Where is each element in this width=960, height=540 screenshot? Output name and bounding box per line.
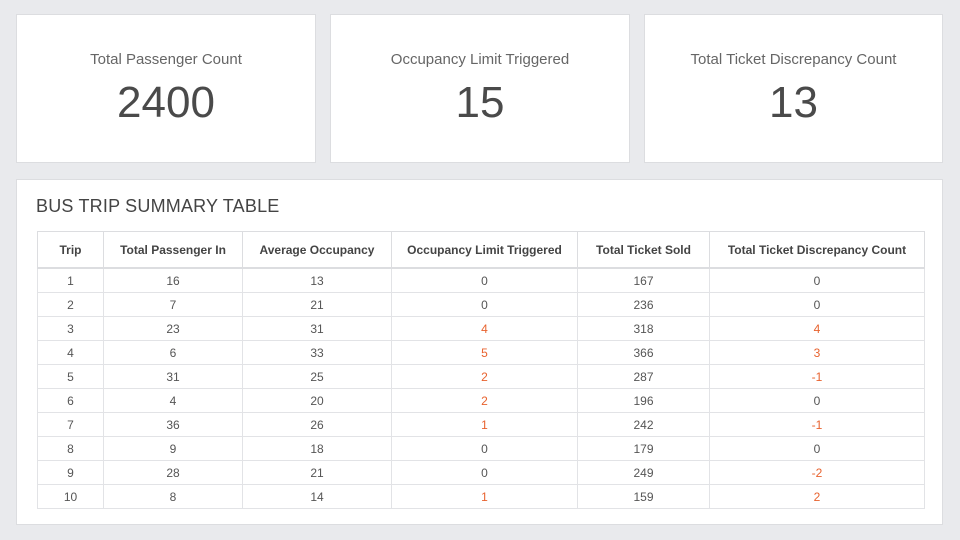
table-cell: 318 [577, 316, 710, 341]
table-cell: 3 [709, 340, 925, 365]
kpi-title: Total Ticket Discrepancy Count [690, 51, 897, 68]
table-row: 8 9 18 0 179 0 [37, 436, 925, 461]
column-header: Total Ticket Sold [577, 231, 710, 269]
table-cell: 7 [37, 412, 104, 437]
table-cell: 10 [37, 484, 104, 509]
table-cell: 3 [37, 316, 104, 341]
kpi-card-total-ticket-discrepancy-count: Total Ticket Discrepancy Count 13 [644, 14, 943, 163]
table-cell: 0 [709, 267, 925, 293]
column-header: Total Passenger In [103, 231, 243, 269]
kpi-title: Occupancy Limit Triggered [390, 51, 570, 68]
table-cell: 21 [242, 460, 392, 485]
table-cell: 8 [103, 484, 243, 509]
table-cell: 159 [577, 484, 710, 509]
table-row: 7 36 26 1 242 -1 [37, 412, 925, 437]
table-cell: 0 [709, 292, 925, 317]
table-cell: 6 [37, 388, 104, 413]
table-cell: 18 [242, 436, 392, 461]
table-row: 6 4 20 2 196 0 [37, 388, 925, 413]
table-cell: 8 [37, 436, 104, 461]
table-cell: 9 [37, 460, 104, 485]
table-cell: 5 [391, 340, 578, 365]
table-cell: 6 [103, 340, 243, 365]
table-cell: 1 [391, 484, 578, 509]
kpi-card-total-passenger-count: Total Passenger Count 2400 [16, 14, 316, 163]
kpi-value: 13 [769, 78, 818, 127]
table-cell: -1 [709, 364, 925, 389]
column-header: Total Ticket Discrepancy Count [709, 231, 925, 269]
kpi-value: 15 [455, 78, 505, 127]
table-cell: 2 [37, 292, 104, 317]
table-cell: 33 [242, 340, 392, 365]
table-row: 10 8 14 1 159 2 [37, 484, 925, 509]
table-cell: 4 [709, 316, 925, 341]
table-cell: 242 [577, 412, 710, 437]
table-cell: 287 [577, 364, 710, 389]
table-cell: 20 [242, 388, 392, 413]
table-row: 4 6 33 5 366 3 [37, 340, 925, 365]
table-cell: 13 [242, 267, 392, 293]
table-cell: 0 [709, 388, 925, 413]
table-cell: 196 [577, 388, 710, 413]
table-row: 3 23 31 4 318 4 [37, 316, 925, 341]
table-cell: 0 [709, 436, 925, 461]
table-row: 2 7 21 0 236 0 [37, 292, 925, 317]
table-cell: -2 [709, 460, 925, 485]
table-cell: 31 [103, 364, 243, 389]
table-cell: 4 [37, 340, 104, 365]
table-cell: 2 [391, 364, 578, 389]
table-cell: 1 [391, 412, 578, 437]
table-cell: 9 [103, 436, 243, 461]
panel-title: BUS TRIP SUMMARY TABLE [36, 196, 280, 216]
table-cell: 7 [103, 292, 243, 317]
kpi-title: Total Passenger Count [90, 51, 242, 68]
table-cell: 1 [37, 267, 104, 293]
table-cell: 4 [103, 388, 243, 413]
table-cell: 36 [103, 412, 243, 437]
table-row: 9 28 21 0 249 -2 [37, 460, 925, 485]
table-cell: 0 [391, 460, 578, 485]
table-cell: 0 [391, 267, 578, 293]
table-cell: 179 [577, 436, 710, 461]
table-cell: 5 [37, 364, 104, 389]
column-header: Average Occupancy [242, 231, 392, 269]
table-cell: 28 [103, 460, 243, 485]
table-cell: 2 [391, 388, 578, 413]
table-header-row: Trip Total Passenger In Average Occupancy O… [37, 231, 925, 269]
bus-trip-summary-panel: BUS TRIP SUMMARY TABLE Trip Total Passeng… [16, 179, 943, 525]
table-body: 1 16 13 0 167 0 2 7 21 0 236 0 3 23 31 4 318 4 4 6 33 5 366 3 5 3… [37, 267, 925, 509]
table-cell: 26 [242, 412, 392, 437]
table-cell: 4 [391, 316, 578, 341]
table-cell: 167 [577, 267, 710, 293]
table-row: 5 31 25 2 287 -1 [37, 364, 925, 389]
table-cell: 249 [577, 460, 710, 485]
table-cell: 23 [103, 316, 243, 341]
table-cell: 236 [577, 292, 710, 317]
summary-table: Trip Total Passenger In Average Occupancy O… [37, 231, 925, 509]
table-cell: 2 [709, 484, 925, 509]
table-cell: 21 [242, 292, 392, 317]
kpi-value: 2400 [117, 78, 215, 127]
table-cell: 366 [577, 340, 710, 365]
table-cell: 0 [391, 292, 578, 317]
table-cell: 25 [242, 364, 392, 389]
table-cell: 16 [103, 267, 243, 293]
kpi-card-occupancy-limit-triggered: Occupancy Limit Triggered 15 [330, 14, 630, 163]
column-header: Trip [37, 231, 104, 269]
table-cell: 14 [242, 484, 392, 509]
table-cell: 0 [391, 436, 578, 461]
table-cell: 31 [242, 316, 392, 341]
table-cell: -1 [709, 412, 925, 437]
column-header: Occupancy Limit Triggered [391, 231, 578, 269]
table-row: 1 16 13 0 167 0 [37, 267, 925, 293]
